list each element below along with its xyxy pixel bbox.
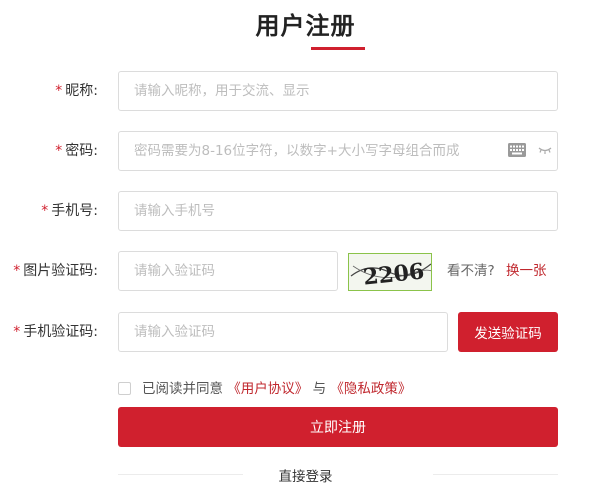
nickname-input[interactable] (118, 71, 558, 111)
captcha-input[interactable] (118, 251, 338, 291)
title-underline (311, 47, 365, 50)
captcha-image[interactable]: 2206 (348, 253, 432, 291)
required-mark: * (55, 143, 63, 159)
phone-input[interactable] (118, 191, 558, 231)
phone-row: * 手机号: (0, 191, 611, 231)
agreement-checkbox[interactable] (118, 382, 131, 395)
password-row: * 密码: (0, 131, 611, 171)
required-mark: * (13, 324, 21, 340)
agreement-and: 与 (312, 381, 327, 397)
password-input[interactable] (118, 131, 558, 171)
refresh-captcha-link[interactable]: 换一张 (506, 251, 547, 291)
sms-row: *手机验证码: 发送验证码 (0, 312, 611, 352)
captcha-label: * 图片验证码: (13, 263, 98, 279)
privacy-policy-link[interactable]: 《隐私政策》 (330, 381, 411, 397)
password-label: * 密码: (55, 143, 98, 159)
required-mark: * (55, 83, 63, 99)
required-mark: * (41, 203, 49, 219)
phone-label: * 手机号: (41, 203, 98, 219)
register-button[interactable]: 立即注册 (118, 407, 558, 447)
required-mark: * (13, 263, 21, 279)
user-agreement-link[interactable]: 《用户协议》 (227, 381, 308, 397)
sms-code-input[interactable] (118, 312, 448, 352)
keyboard-icon[interactable] (508, 143, 526, 157)
agreement-prefix: 已阅读并同意 (142, 381, 223, 397)
page-title: 用户注册 (255, 12, 356, 40)
captcha-row: *图片验证码: 2206 看不清? 换一张 (0, 251, 611, 291)
captcha-text: 2206 (362, 258, 426, 290)
send-code-button[interactable]: 发送验证码 (458, 312, 558, 352)
nickname-row: * 昵称: (0, 71, 611, 111)
login-link[interactable]: 直接登录 (0, 465, 611, 484)
cant-see-text: 看不清? (447, 263, 495, 279)
sms-label: * 手机验证码: (13, 324, 98, 340)
nickname-label: * 昵称: (55, 83, 98, 99)
eye-hidden-icon[interactable] (538, 144, 552, 156)
